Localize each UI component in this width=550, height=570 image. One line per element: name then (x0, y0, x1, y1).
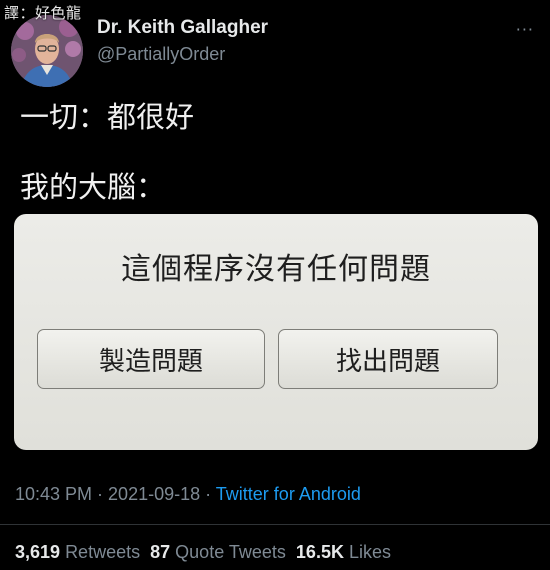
retweets-label: Retweets (65, 542, 141, 562)
create-problems-button: 製造問題 (37, 329, 265, 389)
retweets-stat[interactable]: 3,619 Retweets (15, 542, 140, 562)
quote-tweets-stat[interactable]: 87 Quote Tweets (150, 542, 286, 562)
tweet-text-line-1: 一切：都很好 (20, 100, 195, 134)
retweets-count: 3,619 (15, 542, 61, 562)
tweet-time[interactable]: 10:43 PM (15, 484, 92, 504)
more-options-icon[interactable]: ··· (516, 20, 534, 39)
tweet-metadata: 10:43 PM · 2021-09-18 · Twitter for Andr… (15, 484, 361, 505)
create-problems-label: 製造問題 (98, 346, 203, 377)
quote-tweets-count: 87 (150, 542, 171, 562)
meta-separator: · (92, 484, 109, 504)
tweet-text-line-2: 我的大腦： (20, 170, 166, 204)
user-handle[interactable]: @PartiallyOrder (97, 44, 225, 65)
divider (0, 524, 550, 525)
tweet-source-link[interactable]: Twitter for Android (216, 484, 361, 504)
avatar[interactable] (11, 15, 83, 87)
avatar-image (11, 15, 83, 87)
tweet-media-image[interactable]: 這個程序沒有任何問題 製造問題 找出問題 (14, 214, 538, 450)
translator-watermark: 譯：好色龍 (4, 4, 82, 22)
likes-label: Likes (348, 542, 392, 562)
quote-tweets-label: Quote Tweets (175, 542, 286, 562)
likes-stat[interactable]: 16.5K Likes (296, 542, 391, 562)
display-name[interactable]: Dr. Keith Gallagher (97, 17, 268, 39)
find-problems-button: 找出問題 (278, 329, 498, 389)
find-problems-label: 找出問題 (335, 346, 440, 377)
tweet-date[interactable]: 2021-09-18 (108, 484, 200, 504)
likes-count: 16.5K (295, 542, 344, 562)
meta-separator: · (200, 484, 216, 504)
engagement-stats: 3,619 Retweets 87 Quote Tweets 16.5K Lik… (15, 542, 391, 563)
dialog-message: 這個程序沒有任何問題 (121, 252, 431, 287)
